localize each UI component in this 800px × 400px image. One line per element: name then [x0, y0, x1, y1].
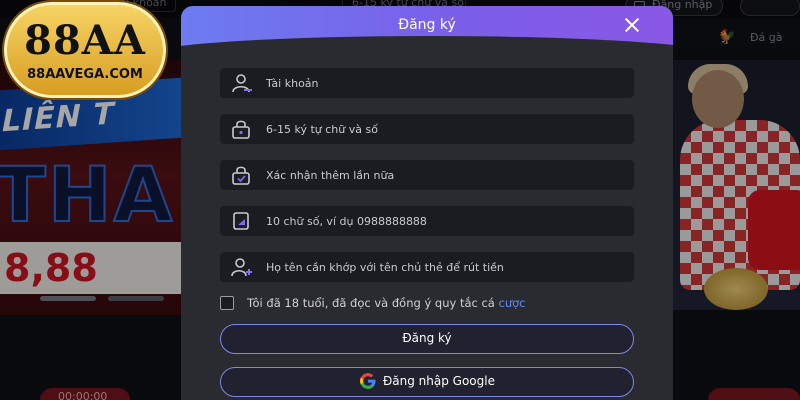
username-field[interactable]	[220, 68, 634, 98]
modal-title: Đăng ký	[398, 17, 456, 33]
phone-input[interactable]	[266, 206, 626, 236]
lock-confirm-icon	[232, 166, 250, 185]
google-login-button[interactable]: Đăng nhập Google	[220, 367, 634, 397]
terms-link[interactable]: cược	[499, 296, 526, 310]
register-button[interactable]: Đăng ký	[220, 324, 634, 354]
confirm-password-input[interactable]	[266, 160, 626, 190]
terms-text: Tôi đã 18 tuổi, đã đọc và đồng ý quy tắc…	[247, 296, 526, 310]
register-button-label: Đăng ký	[402, 331, 452, 345]
username-input[interactable]	[266, 68, 626, 98]
brand-logo[interactable]: 88AA 88AAVEGA.COM	[4, 2, 166, 98]
google-icon	[359, 372, 376, 389]
confirm-password-field[interactable]	[220, 160, 634, 190]
phone-icon	[233, 212, 249, 230]
register-modal: Đăng ký Tài khoản 10 chữ số, ví dụ 09888…	[181, 6, 673, 400]
user-icon	[232, 74, 252, 93]
password-field[interactable]	[220, 114, 634, 144]
logo-domain: 88AAVEGA.COM	[27, 67, 143, 82]
lock-icon	[232, 120, 250, 139]
age-terms-checkbox[interactable]	[220, 296, 234, 310]
full-name-field[interactable]	[220, 252, 634, 282]
google-button-label: Đăng nhập Google	[382, 374, 495, 388]
logo-name: 88AA	[24, 17, 146, 64]
full-name-input[interactable]	[266, 252, 626, 282]
close-icon[interactable]	[621, 14, 643, 36]
password-input[interactable]	[266, 114, 626, 144]
add-user-icon	[231, 258, 252, 277]
phone-field[interactable]	[220, 206, 634, 236]
terms-label: Tôi đã 18 tuổi, đã đọc và đồng ý quy tắc…	[247, 296, 499, 310]
